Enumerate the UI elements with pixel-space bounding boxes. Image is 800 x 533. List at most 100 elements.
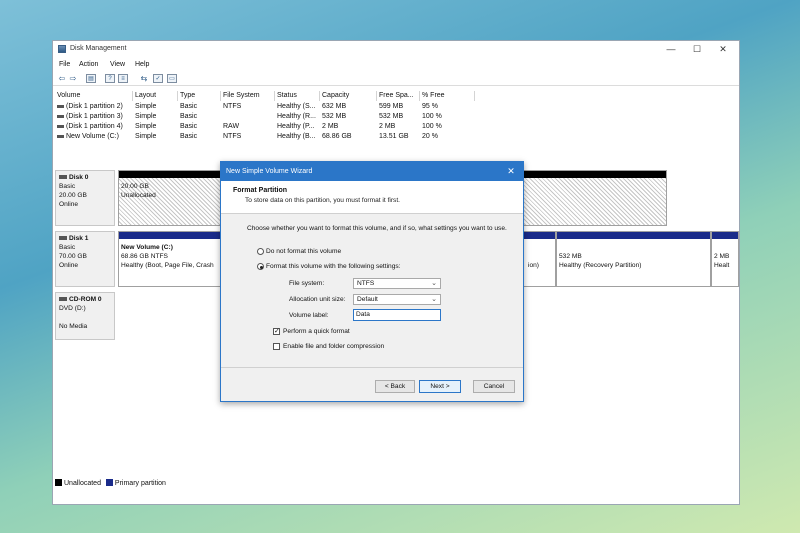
connect-icon[interactable]: ⇆	[139, 74, 149, 83]
column-header-type[interactable]: Type	[178, 91, 221, 101]
wizard-title: New Simple Volume Wizard	[226, 168, 313, 175]
quick-format-label[interactable]: Perform a quick format	[283, 328, 350, 335]
volume-icon	[57, 134, 64, 138]
check-icon[interactable]: ✓	[153, 74, 163, 83]
radio-do-not-format-label[interactable]: Do not format this volume	[266, 248, 341, 255]
layout-cell: Simple	[135, 103, 157, 110]
type-cell: Basic	[180, 123, 198, 130]
file-system-cell: NTFS	[223, 103, 242, 110]
volume-icon	[57, 124, 64, 128]
table-row[interactable]: (Disk 1 partition 2) Simple Basic NTFS H…	[55, 102, 739, 112]
wizard-separator	[221, 367, 523, 368]
wizard-subheading: To store data on this partition, you mus…	[245, 197, 401, 204]
maximize-button[interactable]: ☐	[687, 44, 707, 55]
file-system-label: File system:	[289, 280, 325, 287]
disk-label-disk0[interactable]: Disk 0 Basic 20.00 GB Online	[55, 170, 115, 226]
column-header-capacity[interactable]: Capacity	[320, 91, 377, 101]
legend-primary-label: Primary partition	[114, 480, 166, 487]
wizard-header: Format Partition To store data on this p…	[221, 181, 523, 214]
legend-swatch-unallocated	[55, 479, 62, 486]
properties-icon[interactable]: ▤	[86, 74, 96, 83]
capacity-cell: 2 MB	[322, 123, 339, 130]
column-header-percent-free[interactable]: % Free	[420, 91, 475, 101]
new-simple-volume-wizard: New Simple Volume Wizard ✕ Format Partit…	[220, 161, 524, 402]
partition-bar	[119, 232, 222, 239]
forward-icon[interactable]: ⇨	[68, 74, 78, 83]
volume-name: New Volume (C:)	[57, 132, 119, 142]
percent-free-cell: 95 %	[422, 103, 438, 110]
list-icon[interactable]: ≡	[118, 74, 128, 83]
wizard-title-bar: New Simple Volume Wizard ✕	[221, 162, 523, 181]
menu-action[interactable]: Action	[79, 61, 98, 68]
free-space-cell: 13.51 GB	[379, 133, 409, 140]
status-cell: Healthy (R...	[277, 113, 316, 120]
file-system-select[interactable]: NTFS ⌄	[353, 278, 441, 289]
percent-free-cell: 100 %	[422, 113, 442, 120]
partition-bar	[557, 232, 710, 239]
percent-free-cell: 100 %	[422, 123, 442, 130]
window-title: Disk Management	[70, 45, 127, 52]
cancel-button[interactable]: Cancel	[473, 380, 515, 393]
column-header-volume[interactable]: Volume	[55, 91, 133, 101]
file-system-cell: NTFS	[223, 133, 242, 140]
minimize-button[interactable]: —	[661, 44, 681, 55]
back-button[interactable]: < Back	[375, 380, 415, 393]
disk-management-icon	[58, 45, 66, 53]
radio-format-volume[interactable]	[257, 263, 264, 270]
percent-free-cell: 20 %	[422, 133, 438, 140]
partition-disk1-partition4[interactable]: 2 MB Healt	[711, 231, 739, 287]
compression-label[interactable]: Enable file and folder compression	[283, 343, 384, 350]
layout-cell: Simple	[135, 133, 157, 140]
menu-view[interactable]: View	[110, 61, 125, 68]
partition-bar	[712, 232, 738, 239]
type-cell: Basic	[180, 133, 198, 140]
radio-format-volume-label[interactable]: Format this volume with the following se…	[266, 263, 401, 270]
volume-icon	[57, 104, 64, 108]
free-space-cell: 599 MB	[379, 103, 404, 110]
disk-icon	[59, 175, 67, 180]
column-header-file-system[interactable]: File System	[221, 91, 275, 101]
legend-unallocated-label: Unallocated	[64, 480, 101, 487]
table-row[interactable]: (Disk 1 partition 4) Simple Basic RAW He…	[55, 122, 739, 132]
next-button[interactable]: Next >	[419, 380, 461, 393]
close-button[interactable]: ✕	[713, 44, 733, 55]
quick-format-checkbox[interactable]: ✓	[273, 328, 280, 335]
type-cell: Basic	[180, 103, 198, 110]
toolbar: ⇦ ⇨ ▤ ? ≡ ⇆ ✓ ▭	[53, 72, 739, 86]
drive-icon[interactable]: ▭	[167, 74, 177, 83]
disk-label-disk1[interactable]: Disk 1 Basic 70.00 GB Online	[55, 231, 115, 287]
disk-icon	[59, 236, 67, 241]
menu-help[interactable]: Help	[135, 61, 149, 68]
chevron-down-icon: ⌄	[431, 296, 437, 303]
column-header-layout[interactable]: Layout	[133, 91, 178, 101]
partition-recovery[interactable]: 532 MB Healthy (Recovery Partition)	[556, 231, 711, 287]
column-header-status[interactable]: Status	[275, 91, 320, 101]
radio-do-not-format[interactable]	[257, 248, 264, 255]
table-row[interactable]: New Volume (C:) Simple Basic NTFS Health…	[55, 132, 739, 142]
free-space-cell: 532 MB	[379, 113, 404, 120]
status-cell: Healthy (B...	[277, 133, 316, 140]
volume-name: (Disk 1 partition 3)	[57, 112, 123, 122]
menu-file[interactable]: File	[59, 61, 70, 68]
disk-label-cdrom0[interactable]: CD-ROM 0 DVD (D:) No Media	[55, 292, 115, 340]
volume-label-input[interactable]: Data	[353, 309, 441, 321]
column-header-free-space[interactable]: Free Spa...	[377, 91, 420, 101]
volume-icon	[57, 114, 64, 118]
help-icon[interactable]: ?	[105, 74, 115, 83]
volume-name: (Disk 1 partition 4)	[57, 122, 123, 132]
volume-label-label: Volume label:	[289, 312, 329, 319]
chevron-down-icon: ⌄	[431, 280, 437, 287]
allocation-unit-size-select[interactable]: Default ⌄	[353, 294, 441, 305]
capacity-cell: 632 MB	[322, 103, 347, 110]
allocation-unit-size-label: Allocation unit size:	[289, 296, 346, 303]
table-row[interactable]: (Disk 1 partition 3) Simple Basic Health…	[55, 112, 739, 122]
layout-cell: Simple	[135, 123, 157, 130]
free-space-cell: 2 MB	[379, 123, 396, 130]
menu-bar: File Action View Help	[53, 59, 739, 71]
partition-new-volume-c[interactable]: New Volume (C:) 68.86 GB NTFS Healthy (B…	[118, 231, 223, 287]
wizard-close-button[interactable]: ✕	[505, 162, 517, 181]
compression-checkbox[interactable]	[273, 343, 280, 350]
file-system-cell: RAW	[223, 123, 240, 130]
capacity-cell: 68.86 GB	[322, 133, 352, 140]
back-icon[interactable]: ⇦	[57, 74, 67, 83]
